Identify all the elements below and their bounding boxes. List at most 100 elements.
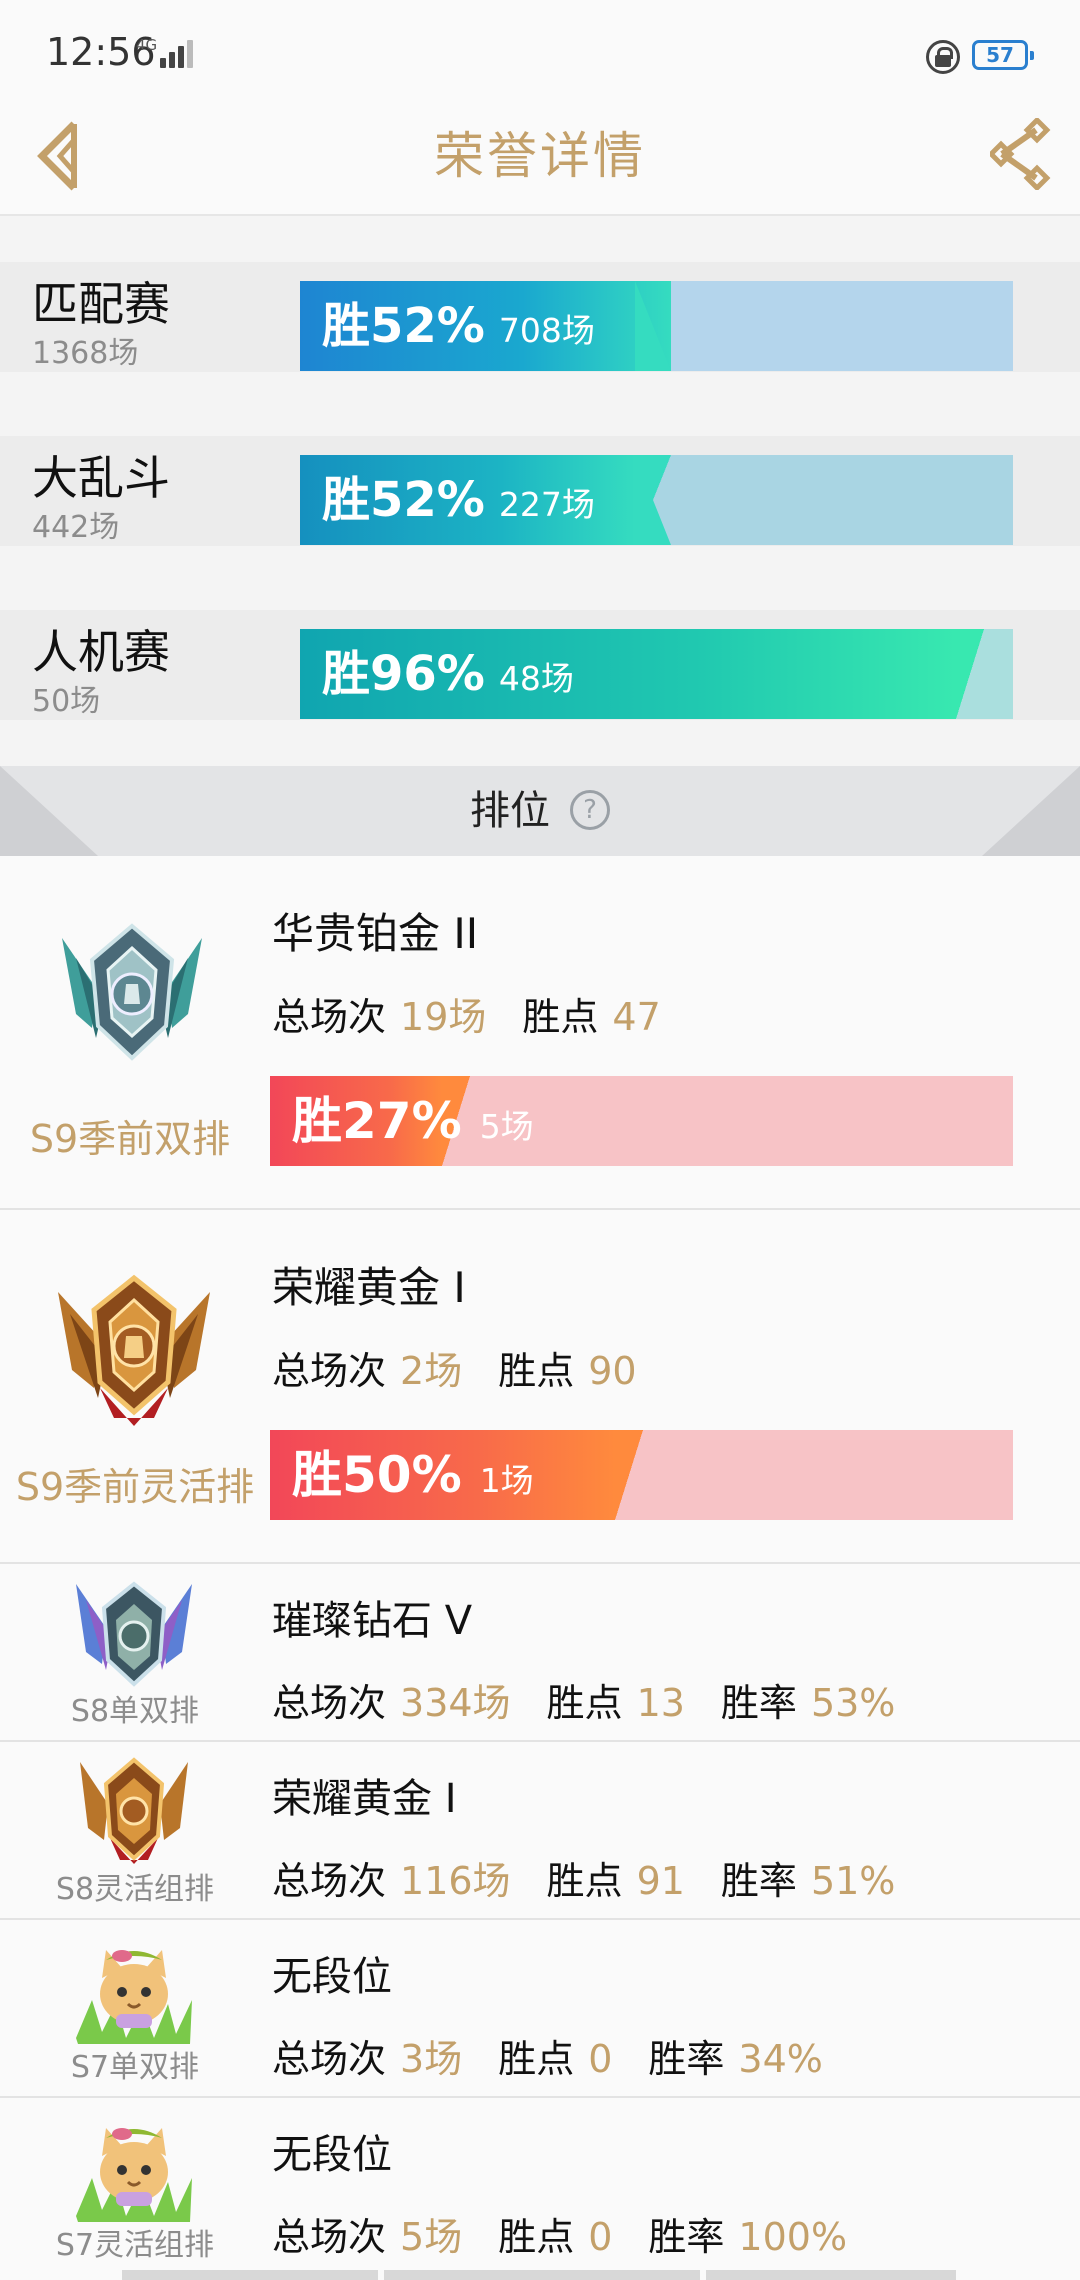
points-value: 47 — [612, 995, 661, 1039]
bottom-edge-tabs — [0, 2270, 1080, 2280]
bar-slant — [615, 1430, 643, 1520]
mode-count: 442场 — [32, 510, 120, 545]
ranked-title: 排位 — [470, 788, 550, 834]
points-label: 胜点 — [522, 995, 599, 1039]
total-value: 2场 — [400, 1349, 463, 1393]
rank-stats: 总场次 334场 胜点 13 胜率 53% — [272, 1672, 931, 1727]
platinum-badge-icon — [62, 923, 202, 1061]
total-label: 总场次 — [272, 1681, 387, 1725]
win-rate-bar: 胜96% 48场 — [300, 629, 1013, 719]
rank-stats: 总场次 3场 胜点 0 胜率 34% — [272, 2028, 859, 2083]
unranked-cat-icon — [76, 1950, 192, 2044]
win-rate: 胜52% — [322, 298, 485, 354]
rate-label: 胜率 — [720, 1859, 797, 1903]
points-value: 0 — [588, 2037, 613, 2081]
total-value: 334场 — [400, 1681, 511, 1725]
rate-label: 胜率 — [648, 2215, 725, 2259]
gold-badge-icon — [58, 1274, 210, 1426]
battery-icon: 57 — [972, 40, 1034, 70]
total-value: 5场 — [400, 2215, 463, 2259]
win-games: 1场 — [479, 1461, 534, 1500]
points-label: 胜点 — [498, 1349, 575, 1393]
win-games: 708场 — [498, 311, 595, 350]
status-bar: 12:56 4G 57 — [0, 0, 1080, 96]
mode-count: 1368场 — [32, 336, 139, 371]
points-label: 胜点 — [546, 1681, 623, 1725]
signal-icon — [160, 40, 196, 68]
mode-row-match[interactable]: 匹配赛 1368场 胜52% 708场 — [0, 262, 1080, 372]
season-label: S9季前双排 — [29, 1117, 231, 1161]
season-label: S7灵活组排 — [55, 2228, 215, 2263]
share-button[interactable] — [987, 116, 1054, 192]
rank-card[interactable]: S7单双排 无段位 总场次 3场 胜点 0 胜率 34% — [0, 1920, 1080, 2098]
rank-name: 璀璨钻石 V — [272, 1598, 473, 1644]
season-label: S8灵活组排 — [55, 1872, 215, 1907]
ranked-list: S9季前双排 华贵铂金 II 总场次 19场 胜点 47 胜27% 5场 S9季前灵活排… — [0, 856, 1080, 2280]
total-label: 总场次 — [272, 1349, 387, 1393]
win-rate-bar: 胜52% 227场 — [300, 455, 1013, 545]
mode-row-brawl[interactable]: 大乱斗 442场 胜52% 227场 — [0, 436, 1080, 546]
total-label: 总场次 — [272, 1859, 387, 1903]
points-value: 90 — [588, 1349, 637, 1393]
rank-card[interactable]: S9季前双排 华贵铂金 II 总场次 19场 胜点 47 胜27% 5场 — [0, 856, 1080, 1210]
points-value: 0 — [588, 2215, 613, 2259]
rank-card[interactable]: S9季前灵活排 荣耀黄金 I 总场次 2场 胜点 90 胜50% 1场 — [0, 1210, 1080, 1564]
share-icon — [987, 116, 1051, 192]
total-label: 总场次 — [272, 995, 387, 1039]
win-rate-bar: 胜52% 708场 — [300, 281, 1013, 371]
win-games: 5场 — [479, 1107, 534, 1146]
total-value: 19场 — [400, 995, 487, 1039]
total-value: 116场 — [400, 1859, 511, 1903]
rate-label: 胜率 — [648, 2037, 725, 2081]
page-title: 荣誉详情 — [434, 127, 646, 185]
ranked-section-header: 排位? — [0, 766, 1080, 856]
rank-name: 荣耀黄金 I — [272, 1776, 457, 1822]
season-label: S9季前灵活排 — [15, 1465, 255, 1509]
win-rate: 胜50% — [292, 1446, 462, 1504]
bar-slant — [956, 629, 984, 719]
bar-slant — [635, 281, 671, 371]
rank-card[interactable]: S8灵活组排 荣耀黄金 I 总场次 116场 胜点 91 胜率 51% — [0, 1742, 1080, 1920]
win-rate-bar: 胜50% 1场 — [270, 1430, 1013, 1520]
win-rate-bar: 胜27% 5场 — [270, 1076, 1013, 1166]
rank-stats: 总场次 19场 胜点 47 — [272, 986, 697, 1041]
rate-value: 34% — [738, 2037, 823, 2081]
unranked-cat-icon — [76, 2128, 192, 2222]
total-label: 总场次 — [272, 2215, 387, 2259]
win-rate: 胜52% — [322, 472, 485, 528]
points-label: 胜点 — [546, 1859, 623, 1903]
header: 荣誉详情 — [0, 96, 1080, 216]
win-rate: 胜96% — [322, 646, 485, 702]
rank-card[interactable]: S7灵活组排 无段位 总场次 5场 胜点 0 胜率 100% — [0, 2098, 1080, 2276]
diamond-badge-icon — [76, 1581, 192, 1687]
mode-count: 50场 — [32, 684, 101, 719]
rank-stats: 总场次 2场 胜点 90 — [272, 1340, 673, 1395]
mode-name: 大乱斗 — [32, 451, 170, 505]
bar-slant — [635, 455, 671, 545]
rank-name: 无段位 — [272, 2132, 392, 2178]
rank-card[interactable]: S8单双排 璀璨钻石 V 总场次 334场 胜点 13 胜率 53% — [0, 1564, 1080, 1742]
mode-name: 匹配赛 — [32, 277, 170, 331]
rate-value: 53% — [810, 1681, 896, 1725]
rank-name: 荣耀黄金 I — [272, 1263, 466, 1312]
win-games: 48场 — [498, 659, 574, 698]
gold-badge-icon — [80, 1757, 188, 1864]
network-type: 4G — [136, 36, 158, 54]
rank-name: 无段位 — [272, 1954, 392, 2000]
season-label: S7单双排 — [70, 2050, 200, 2085]
rotation-lock-icon — [926, 40, 960, 74]
rate-value: 100% — [738, 2215, 848, 2259]
win-games: 227场 — [498, 485, 595, 524]
rate-value: 51% — [810, 1859, 896, 1903]
season-label: S8单双排 — [70, 1694, 200, 1729]
rate-label: 胜率 — [720, 1681, 797, 1725]
mode-row-ai[interactable]: 人机赛 50场 胜96% 48场 — [0, 610, 1080, 720]
points-value: 13 — [636, 1681, 685, 1725]
help-icon[interactable]: ? — [570, 790, 610, 830]
rank-stats: 总场次 116场 胜点 91 胜率 51% — [272, 1850, 931, 1905]
total-value: 3场 — [400, 2037, 463, 2081]
mode-name: 人机赛 — [32, 625, 170, 679]
points-label: 胜点 — [498, 2037, 575, 2081]
win-rate: 胜27% — [292, 1092, 462, 1150]
points-value: 91 — [636, 1859, 685, 1903]
